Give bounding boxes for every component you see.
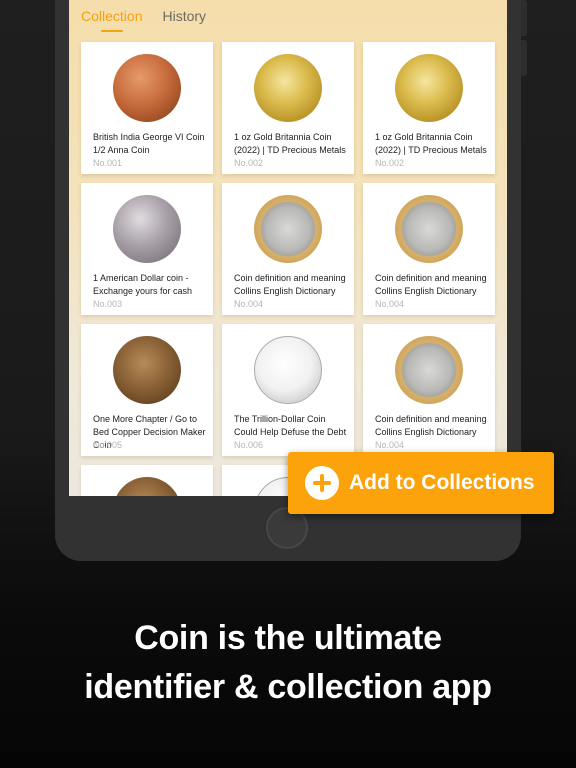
coin-card[interactable]: Coin definition and meaning Collins Engl… xyxy=(363,324,495,456)
coin-number: No.002 xyxy=(234,158,264,168)
coin-image xyxy=(395,54,463,122)
coin-image xyxy=(113,477,181,496)
coin-card[interactable]: Coin definition and meaning Collins Engl… xyxy=(363,183,495,315)
coin-card[interactable]: 1 American Dollar coin - Exchange yours … xyxy=(81,183,213,315)
coin-number: No.002 xyxy=(375,158,405,168)
tab-bar: Collection History xyxy=(81,8,226,32)
coin-number: No.001 xyxy=(93,158,123,168)
coin-title: 1 oz Gold Britannia Coin (2022) | TD Pre… xyxy=(375,132,487,155)
coin-title: 1 oz Gold Britannia Coin (2022) | TD Pre… xyxy=(234,132,346,155)
coin-image xyxy=(254,195,322,263)
headline-line-1: Coin is the ultimate xyxy=(134,619,442,657)
coin-number: No.006 xyxy=(234,440,264,450)
coin-image xyxy=(395,195,463,263)
coin-title: British India George VI Coin 1/2 Anna Co… xyxy=(93,132,205,155)
coin-number: No.005 xyxy=(93,440,123,450)
add-to-collections-button[interactable]: Add to Collections xyxy=(288,452,554,514)
coin-card[interactable]: British India George VI Coin 1/2 Anna Co… xyxy=(81,42,213,174)
coin-number: No.003 xyxy=(93,299,123,309)
coin-number: No.004 xyxy=(234,299,264,309)
tablet-side-button xyxy=(521,40,527,76)
coin-title: The Trillion-Dollar Coin Could Help Defu… xyxy=(234,414,347,437)
coin-image xyxy=(113,336,181,404)
coin-grid: British India George VI Coin 1/2 Anna Co… xyxy=(81,42,495,496)
tab-history[interactable]: History xyxy=(162,8,206,32)
coin-card[interactable]: The Trillion-Dollar Coin Could Help Defu… xyxy=(222,324,354,456)
coin-card[interactable]: 1 oz Gold Britannia Coin (2022) | TD Pre… xyxy=(222,42,354,174)
coin-title: Coin definition and meaning Collins Engl… xyxy=(375,273,487,296)
coin-title: 1 American Dollar coin - Exchange yours … xyxy=(93,273,193,296)
plus-circle-icon xyxy=(305,466,339,500)
coin-image xyxy=(113,54,181,122)
marketing-headline: Coin is the ultimate identifier & collec… xyxy=(0,614,576,712)
tablet-side-button xyxy=(521,0,527,36)
coin-card[interactable]: Coin definition and meaning Collins Engl… xyxy=(222,183,354,315)
coin-image xyxy=(395,336,463,404)
add-to-collections-label: Add to Collections xyxy=(349,471,535,494)
coin-number: No.004 xyxy=(375,440,405,450)
coin-title: Coin definition and meaning Collins Engl… xyxy=(234,273,346,296)
coin-number: No.004 xyxy=(375,299,405,309)
tab-collection[interactable]: Collection xyxy=(81,8,142,32)
coin-image xyxy=(254,54,322,122)
app-screen: Collection History British India George … xyxy=(69,0,507,496)
headline-line-2: identifier & collection app xyxy=(84,668,492,706)
coin-card[interactable] xyxy=(81,465,213,496)
coin-image xyxy=(113,195,181,263)
coin-card[interactable]: 1 oz Gold Britannia Coin (2022) | TD Pre… xyxy=(363,42,495,174)
coin-title: Coin definition and meaning Collins Engl… xyxy=(375,414,487,437)
coin-image xyxy=(254,336,322,404)
coin-card[interactable]: One More Chapter / Go to Bed Copper Deci… xyxy=(81,324,213,456)
